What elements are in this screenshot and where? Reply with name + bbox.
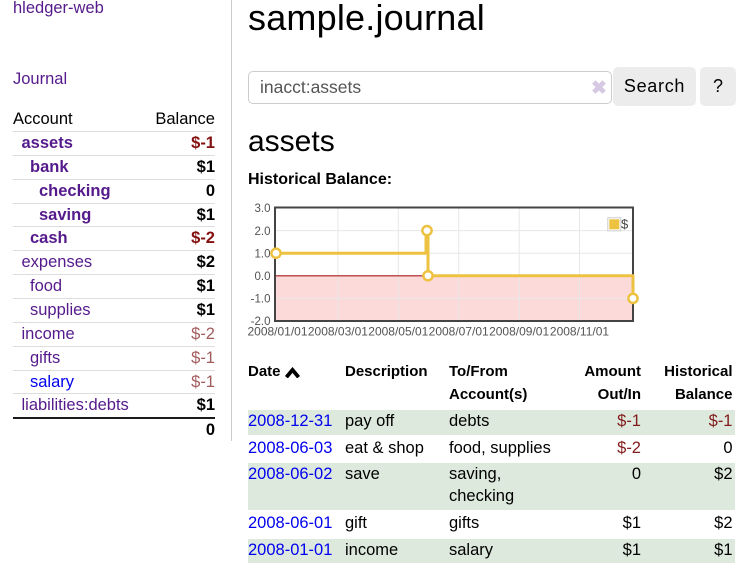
svg-text:$: $ xyxy=(621,216,629,231)
svg-text:2008/01/01: 2008/01/01 xyxy=(247,324,307,338)
svg-text:0.0: 0.0 xyxy=(255,271,271,283)
svg-text:-1.0: -1.0 xyxy=(251,294,271,306)
svg-text:3.0: 3.0 xyxy=(255,203,271,215)
svg-text:2008/09/01: 2008/09/01 xyxy=(489,324,549,338)
svg-text:2008/05/01: 2008/05/01 xyxy=(368,324,428,338)
svg-text:2008/11/01: 2008/11/01 xyxy=(550,324,609,338)
svg-text:2008/03/01: 2008/03/01 xyxy=(308,324,368,338)
svg-text:2008/07/01: 2008/07/01 xyxy=(429,324,489,338)
svg-text:1.0: 1.0 xyxy=(255,248,271,260)
svg-text:2.0: 2.0 xyxy=(255,226,271,238)
